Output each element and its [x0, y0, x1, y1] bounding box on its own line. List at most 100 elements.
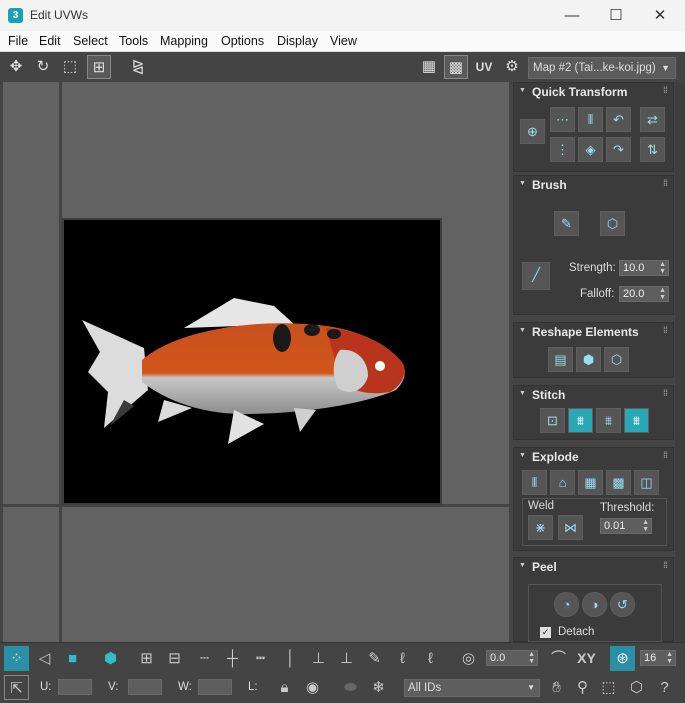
drag-handle-icon[interactable]: ⁞⁞	[663, 560, 668, 570]
xy-toggle[interactable]: XY	[574, 646, 599, 671]
drag-handle-icon[interactable]: ⁞⁞	[663, 450, 668, 460]
space-vertical-icon[interactable]: ⦀	[578, 107, 603, 132]
quick-peel-icon[interactable]: ◔	[554, 592, 579, 617]
paint-select-icon[interactable]: ⊥	[306, 646, 331, 671]
maximize-button[interactable]: ☐	[593, 0, 639, 31]
polygon-mode-icon[interactable]: ■	[60, 646, 85, 671]
strength-spinner[interactable]: 10.0 ▲ ▼	[619, 260, 669, 276]
settings-checker-icon[interactable]: ⚙	[500, 55, 524, 79]
drag-handle-icon[interactable]: ⁞⁞	[663, 388, 668, 398]
menu-tools[interactable]: Tools	[119, 34, 148, 48]
shrink-select-icon[interactable]: ⊟	[162, 646, 187, 671]
menu-mapping[interactable]: Mapping	[160, 34, 208, 48]
scale-icon[interactable]: ⬚	[58, 55, 82, 79]
spinner-arrows-icon[interactable]: ▲ ▼	[659, 287, 666, 301]
checker-icon[interactable]: ▦	[417, 55, 441, 79]
threshold-spinner[interactable]: 0.01 ▲ ▼	[600, 518, 652, 534]
lasso-icon[interactable]: ℓ	[390, 646, 415, 671]
drag-handle-icon[interactable]: ⁞⁞	[663, 325, 668, 335]
rollout-header[interactable]: ▼ Peel ⁞⁞	[514, 558, 673, 576]
paint-move-icon[interactable]: ✎	[554, 211, 579, 236]
menu-view[interactable]: View	[330, 34, 357, 48]
menu-edit[interactable]: Edit	[39, 34, 61, 48]
panel-scrollbar[interactable]	[675, 82, 685, 642]
loop-select-icon[interactable]: ┄	[192, 646, 217, 671]
curve-icon[interactable]: ⌒	[546, 646, 571, 671]
menu-display[interactable]: Display	[277, 34, 318, 48]
freeform-icon[interactable]: ⊞	[87, 55, 111, 79]
pan-icon[interactable]: ✋︎	[544, 675, 569, 700]
rotate-icon[interactable]: ↻	[31, 55, 55, 79]
align-horizontal-icon[interactable]: ⋯	[550, 107, 575, 132]
flip-vertical-icon[interactable]: ⇅	[640, 137, 665, 162]
help-icon[interactable]: ?	[652, 675, 677, 700]
transform-mode-icon[interactable]: ⇱	[4, 675, 29, 700]
zoom-icon[interactable]: ⚲	[570, 675, 595, 700]
grow-select-icon[interactable]: ⊞	[134, 646, 159, 671]
v-field[interactable]	[128, 679, 162, 695]
straighten-icon[interactable]: ▤	[548, 347, 573, 372]
relax-icon[interactable]: ⬢	[576, 347, 601, 372]
reset-peel-icon[interactable]: ↺	[610, 592, 635, 617]
rollout-header[interactable]: ▼ Brush ⁞⁞	[514, 176, 673, 194]
lasso-sub-icon[interactable]: ℓ	[418, 646, 443, 671]
stitch-target-icon[interactable]: ⩩	[568, 408, 593, 433]
lock-icon[interactable]: 🔒︎	[272, 675, 297, 700]
rotate-angle-icon[interactable]: ◎	[456, 646, 481, 671]
ids-selector[interactable]: All IDs ▼	[404, 679, 540, 697]
rollout-header[interactable]: ▼ Explode ⁞⁞	[514, 448, 673, 466]
flip-horizontal-icon[interactable]: ⇄	[640, 107, 665, 132]
rollout-header[interactable]: ▼ Stitch ⁞⁞	[514, 386, 673, 404]
vertex-mode-icon[interactable]: ⁘	[4, 646, 29, 671]
detach-checkbox[interactable]: ✓	[540, 627, 551, 638]
drag-handle-icon[interactable]: ⁞⁞	[663, 178, 668, 188]
zoom-extents-icon[interactable]: ⬡	[624, 675, 649, 700]
spinner-arrows-icon[interactable]: ▲ ▼	[642, 519, 649, 533]
close-button[interactable]: ✕	[637, 0, 683, 31]
menu-select[interactable]: Select	[73, 34, 108, 48]
break-icon[interactable]: ◫	[634, 470, 659, 495]
weld-selected-icon[interactable]: ⋇	[528, 515, 553, 540]
menu-options[interactable]: Options	[221, 34, 264, 48]
eye-icon[interactable]: ◉	[300, 675, 325, 700]
mirror-icon[interactable]: ⧎	[126, 55, 150, 79]
zoom-region-icon[interactable]: ⬚	[596, 675, 621, 700]
element-mode-icon[interactable]: ⬢	[98, 646, 123, 671]
edge-mode-icon[interactable]: ◁	[32, 646, 57, 671]
brush-select-icon[interactable]: ✎	[362, 646, 387, 671]
rectangle-icon[interactable]: ⬡	[604, 347, 629, 372]
paint-deselect-icon[interactable]: ⊥	[334, 646, 359, 671]
stitch-custom-icon[interactable]: ⊡	[540, 408, 565, 433]
spinner-arrows-icon[interactable]: ▲ ▼	[666, 651, 673, 665]
break-by-polygroups-icon[interactable]: ⫴	[522, 470, 547, 495]
freeze-icon[interactable]: ❄	[366, 675, 391, 700]
grid-spinner[interactable]: 16 ▲ ▼	[640, 650, 676, 666]
stitch-source-icon[interactable]: ⩩	[624, 408, 649, 433]
flatten-icon[interactable]: ▩	[606, 470, 631, 495]
align-vertical-icon[interactable]: ⋮	[550, 137, 575, 162]
ring-select-icon[interactable]: ┼	[220, 646, 245, 671]
edge-loop-icon[interactable]: ┅	[248, 646, 273, 671]
grid-snap-icon[interactable]: ⊛	[610, 646, 635, 671]
center-pivot-icon[interactable]: ⊕	[520, 119, 545, 144]
relax-brush-icon[interactable]: ⬡	[600, 211, 625, 236]
move-icon[interactable]: ✥	[4, 55, 28, 79]
minimize-button[interactable]: —	[549, 0, 595, 31]
falloff-spinner[interactable]: 20.0 ▲ ▼	[619, 286, 669, 302]
w-field[interactable]	[198, 679, 232, 695]
break-by-material-icon[interactable]: ▦	[578, 470, 603, 495]
menu-file[interactable]: File	[8, 34, 28, 48]
checker-show-icon[interactable]: ▩	[444, 55, 468, 79]
peel-mode-icon[interactable]: ◑	[582, 592, 607, 617]
map-selector[interactable]: Map #2 (Tai...ke-koi.jpg) ▼	[528, 57, 676, 79]
brush-line-icon[interactable]: ╱	[522, 262, 550, 290]
u-field[interactable]	[58, 679, 92, 695]
rotate-cw-icon[interactable]: ↷	[606, 137, 631, 162]
rotate-ccw-icon[interactable]: ↶	[606, 107, 631, 132]
drag-handle-icon[interactable]: ⁞⁞	[663, 85, 668, 95]
spinner-arrows-icon[interactable]: ▲ ▼	[528, 651, 535, 665]
rollout-header[interactable]: ▼ Reshape Elements ⁞⁞	[514, 323, 673, 341]
stitch-average-icon[interactable]: ⩩	[596, 408, 621, 433]
rollout-header[interactable]: ▼ Quick Transform ⁞⁞	[514, 83, 673, 101]
uv-toggle[interactable]: UV	[472, 55, 496, 79]
